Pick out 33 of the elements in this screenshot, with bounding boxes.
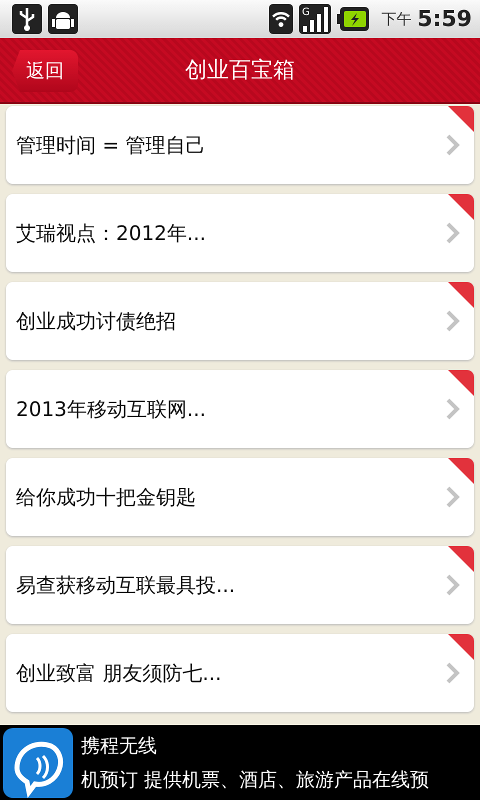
corner-tag-icon (448, 106, 474, 132)
clock: 5:59 (417, 6, 472, 32)
chevron-icon (446, 574, 460, 596)
list-item[interactable]: 创业致富 朋友须防七... (6, 634, 474, 712)
ad-text: 机预订 提供机票、酒店、旅游产品在线预 (81, 768, 430, 792)
corner-tag-icon (448, 458, 474, 484)
list-item[interactable]: 管理时间 = 管理自己 (6, 106, 474, 184)
chevron-icon (446, 134, 460, 156)
chevron-icon (446, 222, 460, 244)
usb-icon (12, 4, 42, 34)
corner-tag-icon (448, 282, 474, 308)
chevron-icon (446, 662, 460, 684)
list-item[interactable]: 创业成功讨债绝招 (6, 282, 474, 360)
wifi-icon (269, 4, 294, 34)
list-item[interactable]: 艾瑞视点：2012年... (6, 194, 474, 272)
ad-title: 携程无线 (81, 734, 158, 758)
chevron-icon (446, 310, 460, 332)
chevron-icon (446, 398, 460, 420)
corner-tag-icon (448, 194, 474, 220)
ad-banner[interactable]: 携程无线 机预订 提供机票、酒店、旅游产品在线预 (0, 725, 480, 800)
corner-tag-icon (448, 546, 474, 572)
list-item[interactable]: 给你成功十把金钥匙 (6, 458, 474, 536)
corner-tag-icon (448, 634, 474, 660)
chevron-icon (446, 486, 460, 508)
corner-tag-icon (448, 370, 474, 396)
list-item[interactable]: 2013年移动互联网... (6, 370, 474, 448)
page-title: 创业百宝箱 (185, 57, 295, 85)
battery-icon (337, 4, 370, 34)
time-period: 下午 (381, 10, 412, 28)
signal-icon: G (299, 4, 332, 34)
back-button[interactable]: 返回 (12, 50, 78, 92)
robot-icon (48, 4, 78, 34)
list-item[interactable]: 易查获移动互联最具投... (6, 546, 474, 624)
